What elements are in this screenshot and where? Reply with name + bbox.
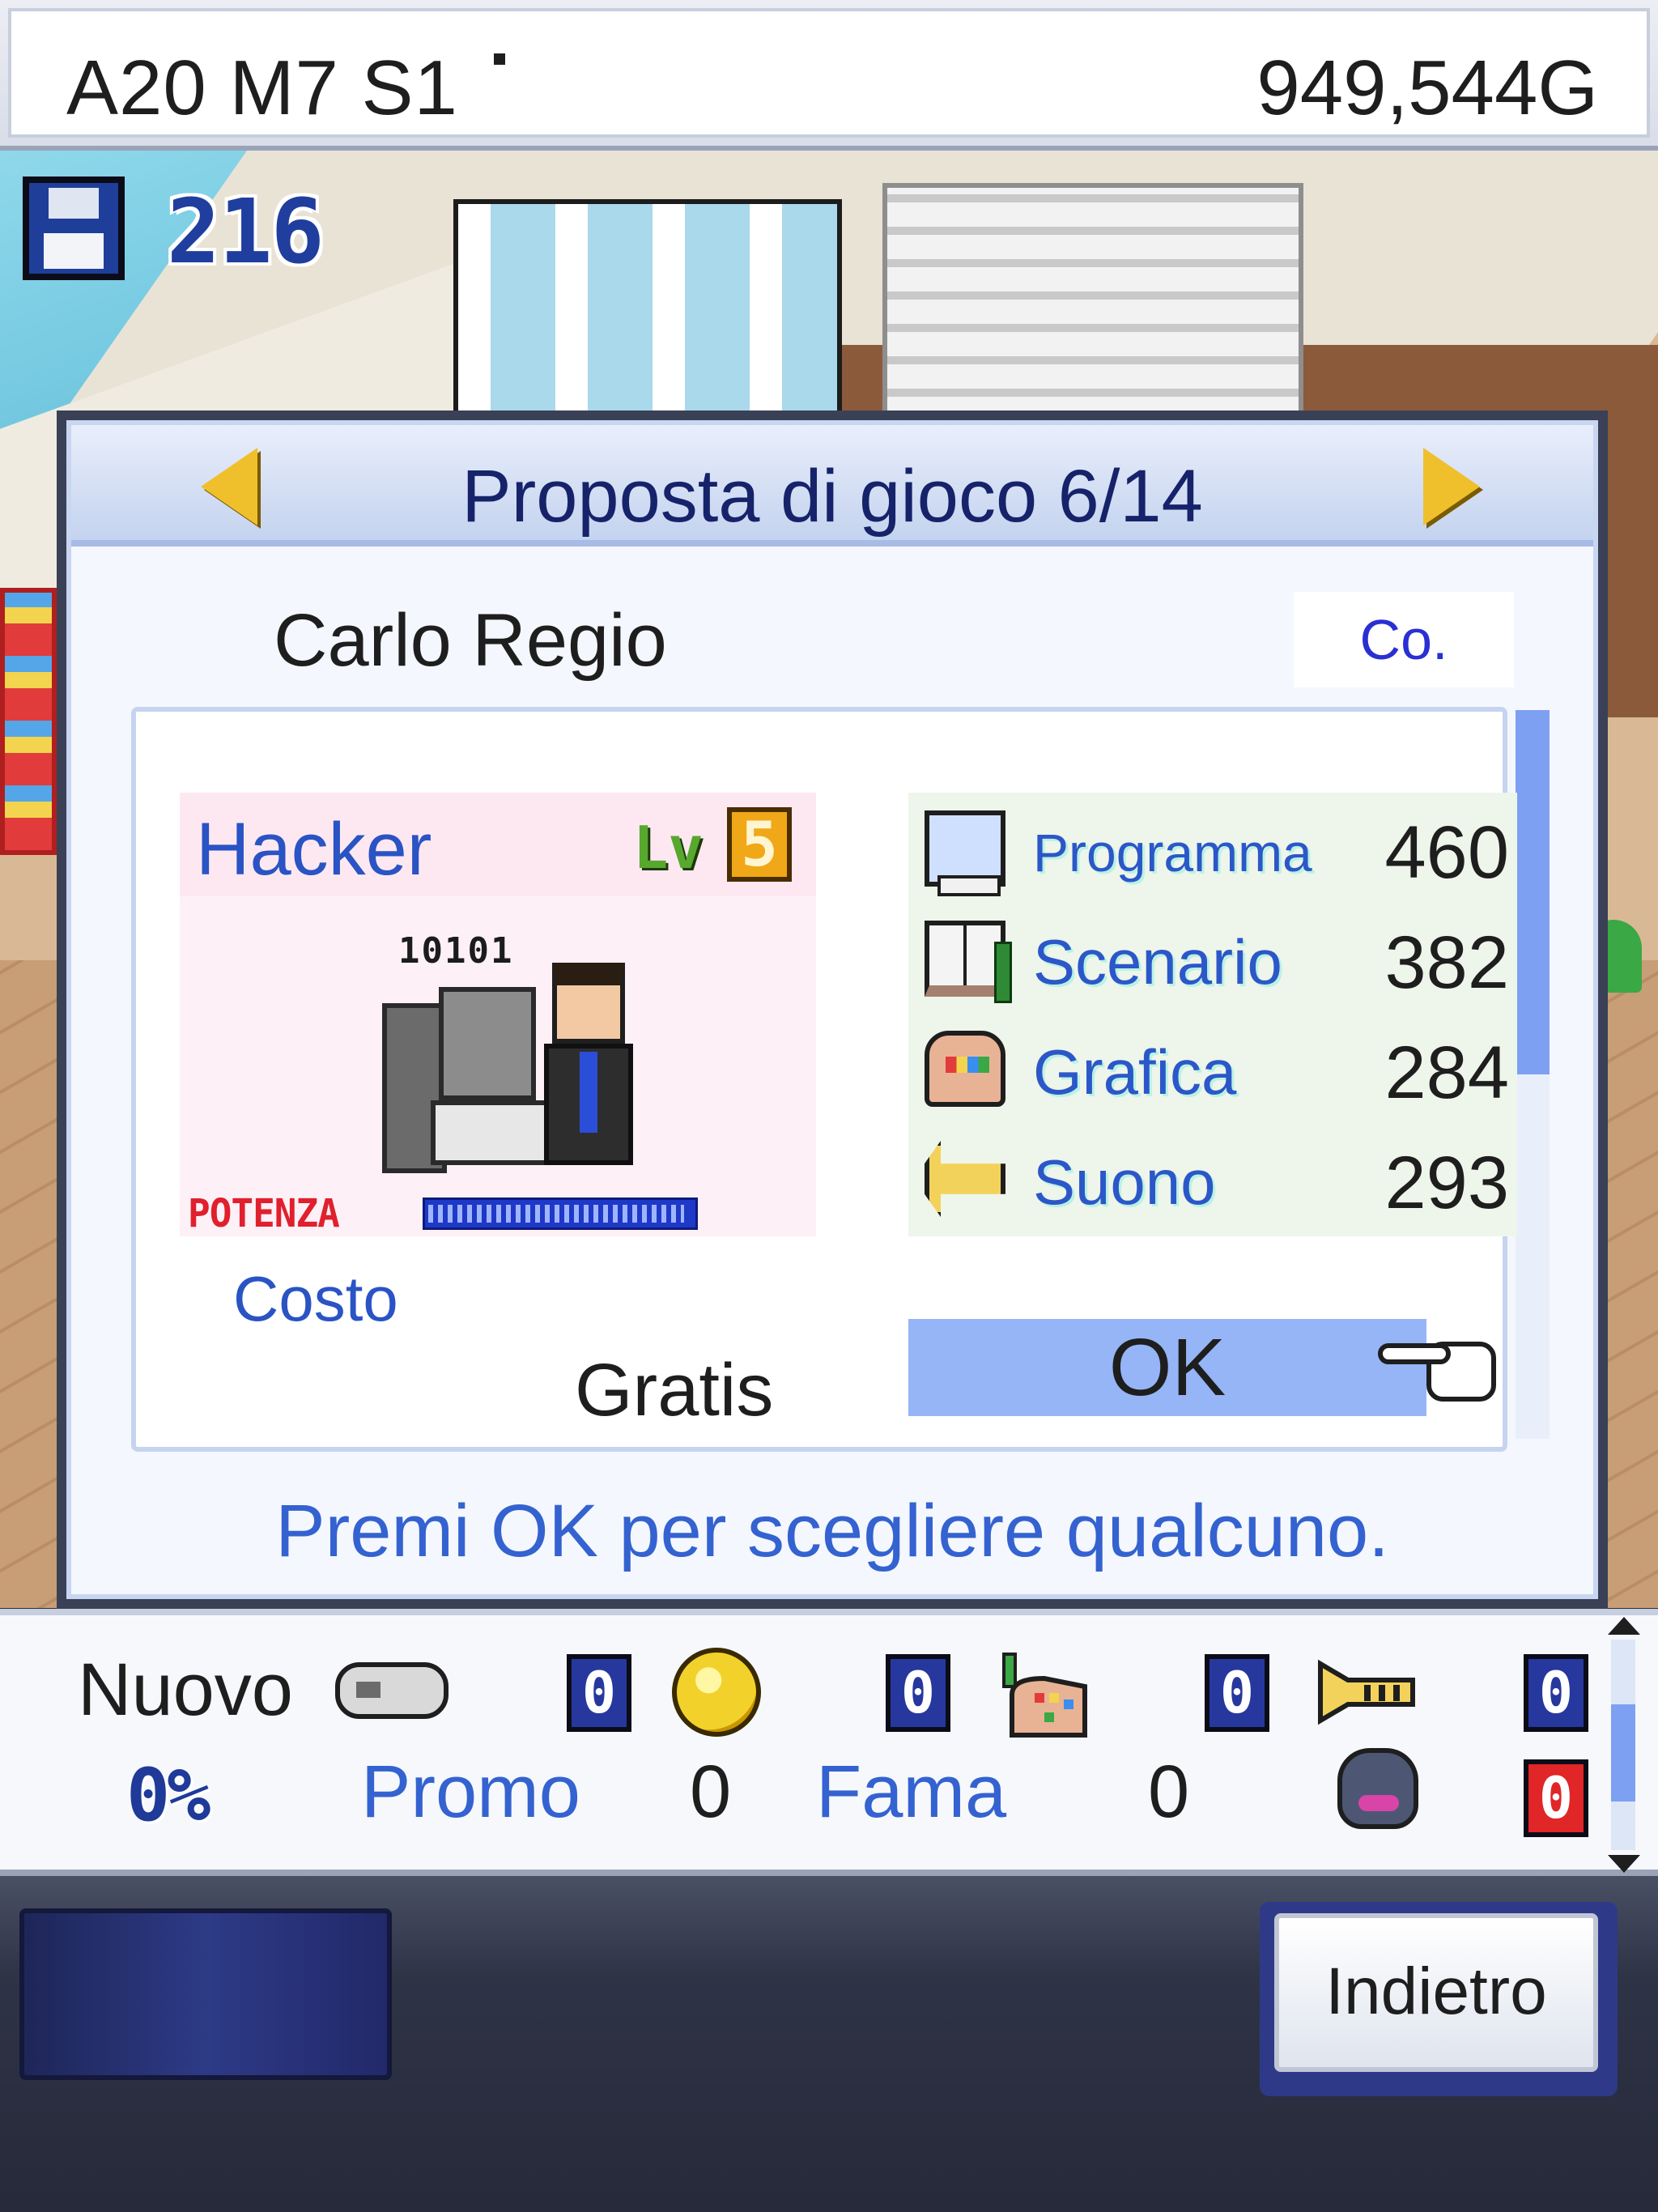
stat-value: 284 <box>1384 1032 1510 1114</box>
stat-value: 460 <box>1384 811 1510 894</box>
status-scrollbar[interactable] <box>1611 1640 1635 1850</box>
research-badge: 0 <box>567 1654 631 1732</box>
computer-icon <box>925 810 1005 896</box>
staff-card: Hacker Lv 5 10101 POTENZA <box>180 793 816 1236</box>
stat-row-scenario: Scenario 382 <box>908 903 1517 1008</box>
date-indicator-dot <box>494 53 505 65</box>
palette-icon <box>925 1031 1005 1107</box>
cost-label: Costo <box>233 1263 398 1334</box>
coin-icon <box>672 1648 761 1737</box>
dialog-header: Proposta di gioco 6/14 <box>71 425 1593 547</box>
portrait-tie <box>580 1052 597 1133</box>
footer-bar: Indietro <box>0 1876 1658 2212</box>
portrait-binary: 10101 <box>398 930 514 972</box>
new-game-label: Nuovo <box>78 1648 293 1731</box>
top-status-bar: A20 M7 S1 949,544G <box>0 0 1658 151</box>
company-status-panel: Nuovo 0 0 0 0 0% Promo 0 Fama 0 0 <box>0 1609 1658 1876</box>
pointing-hand-icon <box>1378 1325 1499 1406</box>
level-label: Lv <box>633 814 704 882</box>
stat-value: 293 <box>1384 1142 1510 1224</box>
fame-value: 0 <box>1148 1750 1190 1833</box>
gamepad-icon <box>335 1662 449 1719</box>
top-status-frame: A20 M7 S1 949,544G <box>8 8 1650 138</box>
hand-finger <box>1378 1343 1451 1364</box>
stat-name: Programma <box>1033 823 1312 883</box>
promo-value: 0 <box>690 1750 732 1833</box>
floppy-disk-icon <box>23 177 125 280</box>
money-counter: 949,544G <box>1256 45 1598 131</box>
portrait-monitor <box>439 987 536 1100</box>
scroll-up-icon[interactable] <box>1608 1617 1640 1635</box>
power-bar-fill <box>428 1205 684 1223</box>
game-date: A20 M7 S1 <box>66 45 458 131</box>
stat-name: Scenario <box>1033 926 1282 998</box>
dialog-title: Proposta di gioco 6/14 <box>461 455 1203 538</box>
office-blinds <box>882 183 1303 426</box>
hint-text: Premi OK per scegliere qualcuno. <box>275 1490 1389 1572</box>
palette-icon <box>1002 1653 1087 1738</box>
office-windows <box>453 199 842 434</box>
stat-row-programma: Programma 460 <box>908 793 1517 898</box>
level-value: 5 <box>727 807 792 882</box>
power-bar <box>423 1197 698 1230</box>
portrait-head <box>552 963 625 1044</box>
game-proposal-dialog: Proposta di gioco 6/14 Carlo Regio Co. H… <box>57 410 1608 1609</box>
back-button-label: Indietro <box>1274 1913 1598 2072</box>
stat-value: 382 <box>1384 921 1510 1004</box>
scroll-down-icon[interactable] <box>1608 1855 1640 1873</box>
power-label: POTENZA <box>188 1189 340 1236</box>
save-count: 216 <box>167 180 325 283</box>
staff-card-header: Hacker Lv 5 <box>180 793 816 896</box>
sound-badge: 0 <box>1524 1654 1588 1732</box>
stat-row-grafica: Grafica 284 <box>908 1013 1517 1118</box>
ok-button[interactable]: OK <box>908 1319 1426 1416</box>
stat-row-suono: Suono 293 <box>908 1123 1517 1228</box>
progress-percent: 0% <box>126 1753 210 1838</box>
bookshelf <box>0 588 57 855</box>
panel-scrollbar[interactable] <box>1516 710 1550 1439</box>
menu-button[interactable] <box>19 1908 392 2080</box>
hacker-portrait-icon: 10101 <box>382 930 649 1173</box>
person-name: Carlo Regio <box>274 599 667 682</box>
horn-icon <box>925 1141 1005 1217</box>
cost-value: Gratis <box>575 1349 774 1431</box>
fame-label: Fama <box>816 1750 1007 1833</box>
fun-badge: 0 <box>886 1654 950 1732</box>
stats-panel: Programma 460 Scenario 382 Grafica 284 S… <box>908 793 1517 1236</box>
company-button[interactable]: Co. <box>1294 592 1514 687</box>
stat-name: Grafica <box>1033 1036 1237 1108</box>
book-icon <box>925 921 1012 1003</box>
stat-name: Suono <box>1033 1146 1216 1218</box>
bug-monster-icon <box>1337 1748 1418 1829</box>
status-scroll-thumb[interactable] <box>1611 1704 1635 1802</box>
bugs-badge: 0 <box>1524 1759 1588 1837</box>
horn-icon <box>1318 1659 1415 1725</box>
staff-job: Hacker <box>196 808 432 891</box>
next-arrow-icon[interactable] <box>1423 448 1480 525</box>
graphics-badge: 0 <box>1205 1654 1269 1732</box>
promo-label: Promo <box>361 1750 580 1833</box>
panel-scroll-thumb[interactable] <box>1516 710 1550 1074</box>
back-button[interactable]: Indietro <box>1260 1902 1618 2096</box>
